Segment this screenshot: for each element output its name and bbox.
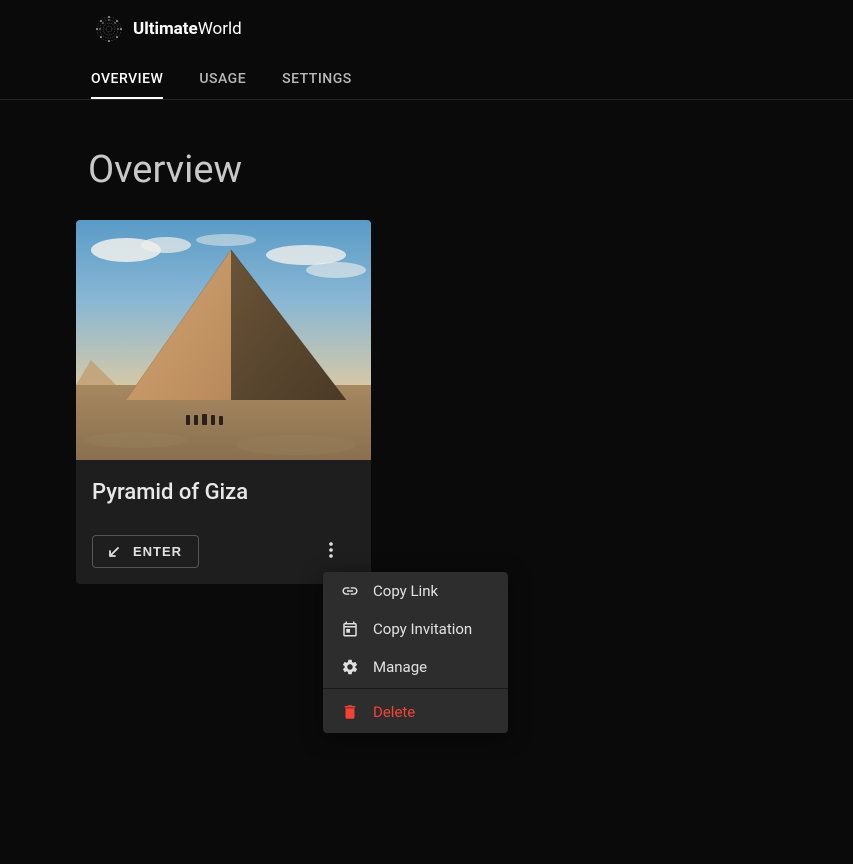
enter-icon [109, 547, 119, 557]
logo-icon [95, 15, 123, 43]
tabs: Overview Usage Settings [0, 61, 853, 99]
logo[interactable]: UltimateWorld [0, 15, 853, 43]
tab-overview[interactable]: Overview [91, 61, 163, 99]
link-icon [341, 582, 359, 600]
calendar-icon [341, 620, 359, 638]
more-button[interactable] [315, 536, 347, 568]
context-menu: Copy Link Copy Invitation Manage Delete [323, 572, 508, 733]
menu-copy-link[interactable]: Copy Link [323, 572, 508, 610]
menu-manage[interactable]: Manage [323, 648, 508, 686]
delete-icon [341, 703, 359, 721]
card-image [76, 220, 371, 460]
card-actions: ENTER [92, 535, 355, 568]
gear-icon [341, 658, 359, 676]
card-title: Pyramid of Giza [92, 480, 355, 505]
menu-delete[interactable]: Delete [323, 691, 508, 733]
enter-button[interactable]: ENTER [92, 535, 199, 568]
page-title: Overview [88, 148, 765, 192]
menu-copy-invitation[interactable]: Copy Invitation [323, 610, 508, 648]
header: UltimateWorld Overview Usage Settings [0, 0, 853, 100]
menu-divider [323, 688, 508, 689]
logo-text: UltimateWorld [133, 19, 242, 39]
tab-settings[interactable]: Settings [282, 61, 352, 99]
location-card: Pyramid of Giza ENTER [76, 220, 371, 584]
more-vert-icon [329, 542, 333, 561]
card-body: Pyramid of Giza ENTER [76, 460, 371, 584]
content: Overview [0, 100, 853, 584]
tab-usage[interactable]: Usage [199, 61, 246, 99]
